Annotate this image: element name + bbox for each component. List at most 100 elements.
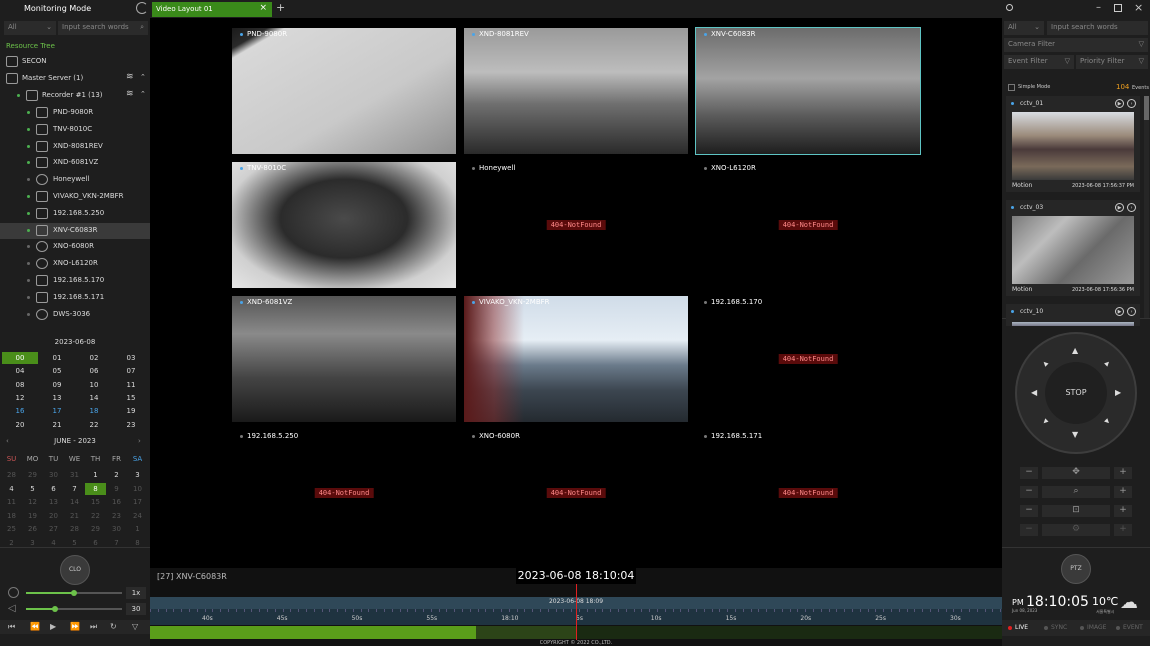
event-filter[interactable]: Event Filter ▽ — [1004, 55, 1074, 69]
hour-cell[interactable]: 18 — [76, 405, 112, 417]
hour-cell[interactable]: 05 — [39, 365, 75, 377]
search-icon[interactable]: ⌕ — [140, 23, 144, 32]
event-card[interactable]: cctv_03 ▶ › Motion 2023-06-08 17:56:36 PM — [1006, 200, 1140, 296]
ptz-right-icon[interactable]: ▶ — [1115, 388, 1121, 397]
event-scrollbar[interactable] — [1144, 96, 1149, 318]
hour-cell[interactable]: 19 — [113, 405, 149, 417]
status-toggle-image[interactable]: IMAGE — [1080, 624, 1106, 631]
status-toggle-event[interactable]: EVENT — [1116, 624, 1143, 631]
hour-cell[interactable]: 11 — [113, 379, 149, 391]
camera-tile[interactable]: XND-8081REV — [464, 28, 688, 154]
calendar-day[interactable]: 20 — [43, 510, 64, 522]
device-item[interactable]: XND-8081REV — [0, 139, 150, 155]
focus-out-button[interactable]: − — [1020, 486, 1038, 498]
event-scrollbar-thumb[interactable] — [1144, 96, 1149, 120]
calendar-day[interactable]: 25 — [1, 523, 22, 535]
iris-icon[interactable]: ⊡ — [1042, 505, 1110, 517]
hour-cell[interactable]: 14 — [76, 392, 112, 404]
calendar-day[interactable]: 26 — [22, 523, 43, 535]
next-month-icon[interactable]: › — [138, 437, 141, 445]
device-item[interactable]: 192.168.5.250 — [0, 206, 150, 222]
volume-slider-handle[interactable] — [51, 606, 58, 612]
rewind-icon[interactable]: ⏪ — [30, 622, 40, 631]
hour-cell[interactable]: 04 — [2, 365, 38, 377]
hour-cell[interactable]: 10 — [76, 379, 112, 391]
tab-video-layout[interactable]: Video Layout 01 × — [152, 2, 272, 17]
gear-icon[interactable] — [1006, 4, 1013, 11]
camera-tile[interactable]: XNO-6080R 404-NotFound — [464, 430, 688, 556]
hour-cell[interactable]: 23 — [113, 419, 149, 431]
calendar-day[interactable]: 23 — [106, 510, 127, 522]
camera-tile[interactable]: TNV-8010C — [232, 162, 456, 288]
first-frame-icon[interactable]: ⏮ — [8, 622, 15, 632]
ptz-up-icon[interactable]: ▲ — [1072, 346, 1078, 355]
camera-tile[interactable]: PND-9080R — [232, 28, 456, 154]
left-scope-select[interactable]: All ⌄ — [4, 21, 56, 35]
ptz-down-left-icon[interactable]: ▲ — [1041, 417, 1049, 425]
ptz-up-left-icon[interactable]: ▲ — [1041, 359, 1049, 367]
status-toggle-live[interactable]: LIVE — [1008, 624, 1028, 631]
calendar-day[interactable]: 30 — [106, 523, 127, 535]
clo-button[interactable]: CLO — [60, 555, 90, 585]
close-icon[interactable]: × — [259, 3, 267, 13]
calendar-day[interactable]: 31 — [64, 469, 85, 481]
device-item[interactable]: XNO-L6120R — [0, 256, 150, 272]
camera-tile[interactable]: XNV-C6083R — [695, 27, 921, 155]
right-search-input[interactable]: Input search words — [1047, 21, 1148, 35]
add-tab-button[interactable]: + — [276, 1, 285, 14]
next-icon[interactable]: › — [1127, 203, 1136, 212]
device-item[interactable]: TNV-8010C — [0, 122, 150, 138]
calendar-day[interactable]: 2 — [106, 469, 127, 481]
calendar-day[interactable]: 13 — [43, 496, 64, 508]
close-window-icon[interactable]: × — [1134, 1, 1143, 14]
device-item[interactable]: XNO-6080R — [0, 239, 150, 255]
last-frame-icon[interactable]: ⏭ — [90, 622, 97, 632]
iris-open-button[interactable]: + — [1114, 505, 1132, 517]
camera-tile[interactable]: 192.168.5.250 404-NotFound — [232, 430, 456, 556]
device-item[interactable]: Honeywell — [0, 172, 150, 188]
calendar-day[interactable]: 17 — [127, 496, 148, 508]
hour-cell[interactable]: 02 — [76, 352, 112, 364]
iris-close-button[interactable]: − — [1020, 505, 1038, 517]
refresh-icon[interactable] — [136, 2, 148, 14]
event-thumbnail[interactable] — [1012, 216, 1134, 284]
event-thumbnail[interactable] — [1012, 112, 1134, 180]
play-icon[interactable]: ▶ — [1115, 307, 1124, 316]
calendar-day[interactable]: 10 — [127, 483, 148, 495]
speed-slider[interactable] — [26, 590, 122, 596]
calendar-day[interactable]: 11 — [1, 496, 22, 508]
hour-cell[interactable]: 01 — [39, 352, 75, 364]
hour-cell[interactable]: 15 — [113, 392, 149, 404]
play-icon[interactable]: ▶ — [1115, 203, 1124, 212]
hour-cell[interactable]: 16 — [2, 405, 38, 417]
loop-icon[interactable]: ↻ — [110, 622, 117, 631]
calendar-day[interactable]: 14 — [64, 496, 85, 508]
camera-filter[interactable]: Camera Filter ▽ — [1004, 38, 1148, 52]
calendar-day[interactable]: 27 — [43, 523, 64, 535]
status-toggle-sync[interactable]: SYNC — [1044, 624, 1067, 631]
forward-icon[interactable]: ⏩ — [70, 622, 80, 631]
calendar-day[interactable]: 30 — [43, 469, 64, 481]
calendar-day[interactable]: 3 — [127, 469, 148, 481]
ptz-up-right-icon[interactable]: ▲ — [1103, 359, 1111, 367]
hour-cell[interactable]: 12 — [2, 392, 38, 404]
ptz-down-icon[interactable]: ▼ — [1072, 430, 1078, 439]
playhead[interactable] — [576, 584, 577, 640]
device-item[interactable]: 192.168.5.170 — [0, 273, 150, 289]
aux-plus-button[interactable]: + — [1114, 524, 1132, 536]
calendar-day[interactable]: 4 — [1, 483, 22, 495]
tree-recorder[interactable]: Recorder #1 (13) ≋ ⌃ — [0, 88, 150, 104]
calendar-day[interactable]: 21 — [64, 510, 85, 522]
ptz-stop-button[interactable]: STOP — [1045, 362, 1107, 424]
ptz-joystick[interactable]: STOP ▲ ▼ ◀ ▶ ▲ ▲ ▲ ▲ — [1015, 332, 1137, 454]
calendar-day[interactable]: 8 — [85, 482, 106, 495]
camera-tile[interactable]: XND-6081VZ — [232, 296, 456, 422]
event-card[interactable]: cctv_01 ▶ › Motion 2023-06-08 17:56:37 PM — [1006, 96, 1140, 192]
tree-server[interactable]: Master Server (1) ≋ ⌃ — [0, 71, 150, 87]
priority-filter[interactable]: Priority Filter ▽ — [1076, 55, 1148, 69]
magnifier-icon[interactable]: ⌕ — [1042, 486, 1110, 498]
camera-tile[interactable]: 192.168.5.171 404-NotFound — [696, 430, 920, 556]
calendar-day[interactable]: 6 — [43, 483, 64, 495]
next-icon[interactable]: › — [1127, 99, 1136, 108]
calendar-day[interactable]: 1 — [127, 523, 148, 535]
